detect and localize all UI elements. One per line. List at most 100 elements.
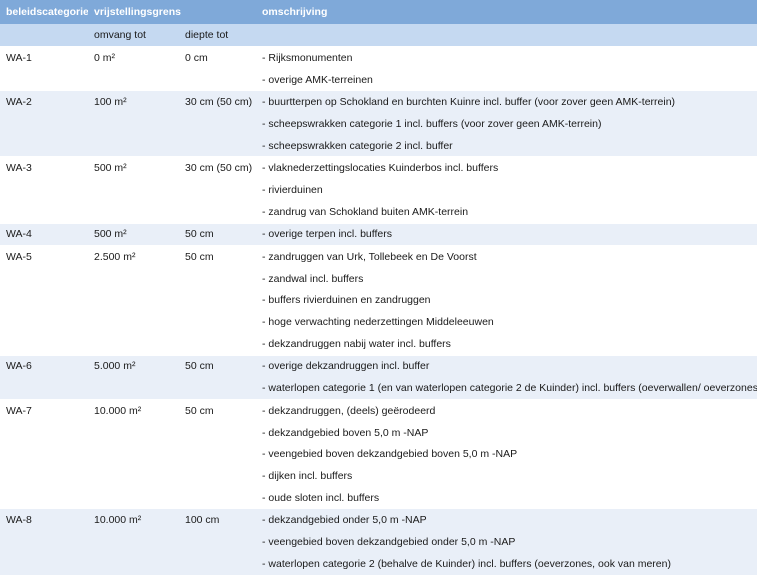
cell-beleidscategorie: WA-8 xyxy=(0,508,88,532)
cell-omschrijving: - dekzandruggen nabij water incl. buffer… xyxy=(262,337,451,350)
cell-omschrijving: - overige dekzandruggen incl. buffer xyxy=(256,354,757,378)
header-row-main: beleidscategorie vrijstellingsgrens omsc… xyxy=(0,0,757,24)
cell-omschrijving: - dekzandgebied boven 5,0 m -NAP xyxy=(262,426,429,439)
cell-omschrijving: - scheepswrakken categorie 1 incl. buffe… xyxy=(256,113,757,135)
cell-omschrijving: - zandrug van Schokland buiten AMK-terre… xyxy=(262,205,469,218)
cell-empty xyxy=(88,552,179,575)
cell-empty xyxy=(0,311,88,333)
table-row: - veengebied boven dekzandgebied boven 5… xyxy=(0,443,757,465)
cell-omschrijving: - veengebied boven dekzandgebied onder 5… xyxy=(256,531,757,553)
cell-empty xyxy=(179,268,256,290)
cell-omvang: 500 m² xyxy=(88,156,179,180)
cell-beleidscategorie: WA-1 xyxy=(0,45,88,69)
header-empty xyxy=(0,24,88,47)
cell-beleidscategorie: WA-2 xyxy=(0,90,88,114)
cell-empty xyxy=(88,487,179,509)
cell-omschrijving: - dekzandgebied onder 5,0 m -NAP xyxy=(256,508,757,532)
table-row: WA-1 0 m² 0 cm - Rijksmonumenten xyxy=(0,45,757,69)
cell-empty xyxy=(88,377,179,400)
header-empty-desc xyxy=(256,24,757,47)
cell-empty xyxy=(179,113,257,135)
cell-empty xyxy=(0,443,88,465)
cell-diepte: 100 cm xyxy=(179,508,257,532)
cell-empty xyxy=(88,290,179,312)
cell-diepte: 30 cm (50 cm) xyxy=(179,90,257,114)
table-row: - waterlopen categorie 1 (en van waterlo… xyxy=(0,377,757,400)
cell-empty xyxy=(179,333,256,355)
table-row: - hoge verwachting nederzettingen Middel… xyxy=(0,311,757,333)
table-row: WA-2 100 m² 30 cm (50 cm) - buurtterpen op … xyxy=(0,90,757,114)
table-row: WA-3 500 m² 30 cm (50 cm) - vlaknederzettin… xyxy=(0,156,757,180)
table-row: - scheepswrakken categorie 1 incl. buffe… xyxy=(0,113,757,135)
cell-empty xyxy=(179,377,257,400)
table-row: - dekzandgebied boven 5,0 m -NAP xyxy=(0,422,757,444)
table-row: WA-8 10.000 m² 100 cm - dekzandgebied onder… xyxy=(0,508,757,532)
policy-category-table: beleidscategorie vrijstellingsgrens omsc… xyxy=(0,0,757,575)
cell-omvang: 10.000 m² xyxy=(88,508,179,532)
cell-empty xyxy=(179,290,256,312)
cell-omschrijving: - waterlopen categorie 2 (behalve de Kui… xyxy=(256,552,757,575)
cell-empty xyxy=(179,531,257,553)
cell-empty xyxy=(88,179,179,201)
cell-omschrijving: - oude sloten incl. buffers xyxy=(262,491,380,504)
cell-omschrijving: - dekzandruggen, (deels) geërodeerd xyxy=(256,398,757,422)
cell-empty xyxy=(179,487,256,509)
table-body: WA-1 0 m² 0 cm - Rijksmonumenten - overige A… xyxy=(0,45,757,575)
cell-beleidscategorie: WA-6 xyxy=(0,354,88,378)
cell-empty xyxy=(179,134,257,157)
cell-omschrijving: - overige AMK-terreinen xyxy=(262,73,373,86)
header-vrijstellingsgrens: vrijstellingsgrens xyxy=(88,0,257,24)
header-row-sub: omvang tot diepte tot xyxy=(0,24,757,47)
cell-empty xyxy=(0,552,88,575)
cell-empty xyxy=(179,201,256,223)
cell-beleidscategorie: WA-5 xyxy=(0,245,88,268)
table-row: WA-4 500 m² 50 cm - overige terpen incl. bu… xyxy=(0,222,757,246)
cell-empty xyxy=(179,179,256,201)
cell-empty xyxy=(0,377,88,400)
table-row: - zandrug van Schokland buiten AMK-terre… xyxy=(0,201,757,223)
cell-empty xyxy=(179,465,256,487)
cell-omschrijving: - buurtterpen op Schokland en burchten K… xyxy=(256,90,757,114)
cell-empty xyxy=(0,290,88,312)
cell-omschrijving: - zandruggen van Urk, Tollebeek en De Vo… xyxy=(256,245,757,268)
cell-omvang: 500 m² xyxy=(88,222,179,246)
cell-omvang: 10.000 m² xyxy=(88,398,179,422)
cell-empty xyxy=(0,333,88,355)
cell-empty xyxy=(0,531,88,553)
cell-empty xyxy=(88,531,179,553)
cell-omschrijving: - vlaknederzettingslocaties Kuinderbos i… xyxy=(256,156,757,180)
table-row: - overige AMK-terreinen xyxy=(0,69,757,91)
cell-omschrijving: - buffers rivierduinen en zandruggen xyxy=(262,294,431,307)
cell-omschrijving: - scheepswrakken categorie 2 incl. buffe… xyxy=(256,134,757,157)
cell-omschrijving: - dijken incl. buffers xyxy=(262,469,353,482)
table-row: - rivierduinen xyxy=(0,179,757,201)
header-diepte-tot: diepte tot xyxy=(179,24,257,47)
cell-diepte: 0 cm xyxy=(179,45,257,69)
cell-empty xyxy=(88,311,179,333)
table-row: - veengebied boven dekzandgebied onder 5… xyxy=(0,531,757,553)
cell-empty xyxy=(179,552,257,575)
cell-omvang: 5.000 m² xyxy=(88,354,179,378)
cell-omvang: 0 m² xyxy=(88,45,179,69)
cell-omschrijving: - veengebied boven dekzandgebied boven 5… xyxy=(262,448,518,461)
table-row: - dijken incl. buffers xyxy=(0,465,757,487)
cell-empty xyxy=(88,113,179,135)
cell-beleidscategorie: WA-4 xyxy=(0,222,88,246)
cell-omschrijving: - hoge verwachting nederzettingen Middel… xyxy=(262,316,494,329)
cell-beleidscategorie: WA-7 xyxy=(0,398,88,422)
table-row: WA-5 2.500 m² 50 cm - zandruggen van Urk, T… xyxy=(0,245,757,268)
table-row: - buffers rivierduinen en zandruggen xyxy=(0,290,757,312)
cell-omschrijving: - zandwal incl. buffers xyxy=(262,272,364,285)
cell-omschrijving: - rivierduinen xyxy=(262,183,323,196)
table-row: - zandwal incl. buffers xyxy=(0,268,757,290)
cell-empty xyxy=(88,268,179,290)
cell-omvang: 2.500 m² xyxy=(88,245,179,268)
table-row: WA-7 10.000 m² 50 cm - dekzandruggen, (deel… xyxy=(0,398,757,422)
cell-empty xyxy=(0,134,88,157)
cell-empty xyxy=(88,422,179,444)
table-row: - oude sloten incl. buffers xyxy=(0,487,757,509)
cell-empty xyxy=(0,422,88,444)
cell-empty xyxy=(88,69,179,91)
cell-empty xyxy=(179,69,256,91)
cell-empty xyxy=(88,443,179,465)
